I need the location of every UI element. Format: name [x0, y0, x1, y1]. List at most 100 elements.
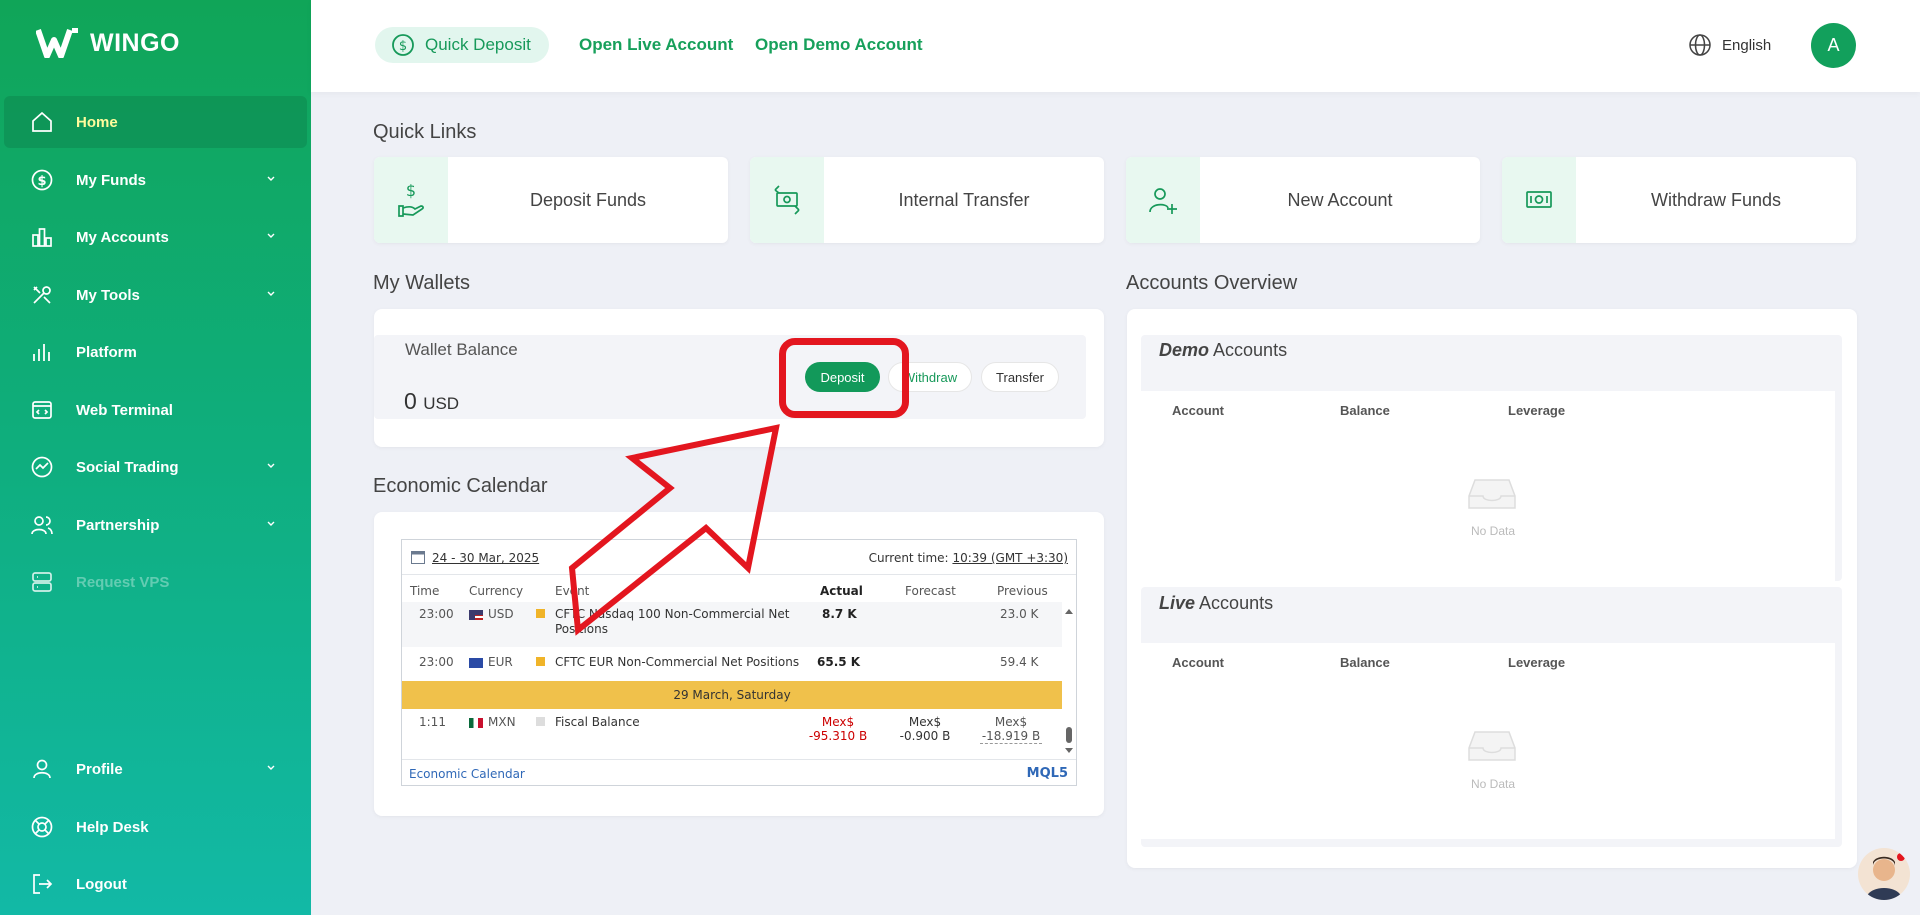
sidebar-item-label: My Accounts — [76, 228, 169, 246]
wallet-balance-amount: 0 USD — [404, 388, 459, 415]
globe-icon — [1689, 34, 1711, 56]
sidebar-item-profile[interactable]: Profile — [4, 743, 307, 795]
sidebar-item-my-tools[interactable]: My Tools — [4, 269, 307, 321]
col-forecast: Forecast — [905, 584, 956, 598]
add-user-icon — [1126, 157, 1200, 243]
sidebar-item-platform[interactable]: Platform — [4, 326, 307, 378]
quick-deposit-label: Quick Deposit — [425, 35, 531, 54]
sidebar-item-help-desk[interactable]: Help Desk — [4, 801, 307, 853]
chevron-down-icon — [267, 765, 275, 770]
accounts-overview-title: Accounts Overview — [1126, 272, 1298, 294]
dollar-circle-icon: $ — [30, 168, 54, 192]
quick-deposit-button[interactable]: $ Quick Deposit — [375, 27, 549, 63]
calendar-scrollbar[interactable] — [1064, 606, 1074, 756]
row-time: 1:11 — [419, 715, 446, 729]
row-event[interactable]: CFTC EUR Non-Commercial Net Positions — [555, 655, 799, 669]
current-time-value[interactable]: 10:39 (GMT +3:30) — [952, 551, 1068, 565]
col-account: Account — [1172, 403, 1224, 418]
economic-calendar-title: Economic Calendar — [373, 475, 548, 497]
brand-name: WINGO — [90, 28, 180, 57]
wingo-logo-icon — [36, 28, 78, 58]
sidebar-item-label: My Funds — [76, 171, 146, 189]
quick-link-label: Withdraw Funds — [1650, 189, 1782, 210]
forecast-value: -0.900 B — [899, 729, 951, 743]
trend-icon — [30, 455, 54, 479]
sidebar-item-label: Web Terminal — [76, 401, 173, 419]
quick-link-new-account[interactable]: New Account — [1126, 157, 1480, 243]
calendar-date-range[interactable]: 24 - 30 Mar, 2025 — [432, 551, 539, 565]
row-actual: Mex$ -95.310 B — [808, 715, 868, 743]
col-account: Account — [1172, 655, 1224, 670]
row-currency: USD — [469, 607, 514, 621]
wallet-balance-currency: USD — [423, 394, 460, 413]
col-leverage: Leverage — [1508, 403, 1566, 418]
col-currency: Currency — [469, 584, 524, 598]
terminal-icon — [30, 398, 54, 422]
tools-icon — [30, 283, 54, 307]
chevron-down-icon — [267, 463, 275, 468]
mql5-logo[interactable]: MQL5 — [1027, 766, 1068, 781]
demo-no-data: No Data — [1470, 524, 1516, 538]
chevron-down-icon — [267, 233, 275, 238]
col-leverage: Leverage — [1508, 655, 1566, 670]
users-icon — [30, 513, 54, 537]
previous-unit: Mex$ — [994, 715, 1028, 729]
deposit-hand-icon: $ — [374, 157, 448, 243]
col-balance: Balance — [1340, 655, 1390, 670]
calendar-row[interactable]: 1:11 MXN Fiscal Balance Mex$ -95.310 B Me… — [402, 709, 1062, 759]
wallet-balance-value: 0 — [404, 388, 417, 414]
sidebar-item-label: Profile — [76, 760, 123, 778]
quick-link-internal-transfer[interactable]: Internal Transfer — [750, 157, 1104, 243]
chevron-down-icon — [267, 176, 275, 181]
chevron-down-icon — [267, 291, 275, 296]
quick-link-label: New Account — [1287, 189, 1393, 210]
eu-flag-icon — [469, 657, 483, 668]
quick-link-label: Deposit Funds — [529, 189, 647, 210]
importance-low-icon — [536, 717, 545, 726]
calendar-icon[interactable] — [411, 550, 425, 564]
annotation-highlight-box — [779, 338, 909, 418]
language-selector[interactable]: English — [1688, 33, 1771, 57]
open-demo-account-link[interactable]: Open Demo Account — [755, 35, 923, 55]
user-avatar[interactable]: A — [1811, 23, 1856, 68]
brand-logo[interactable]: WINGO — [36, 28, 180, 58]
language-label: English — [1722, 36, 1772, 54]
mx-flag-icon — [469, 717, 483, 728]
bar-chart-icon — [30, 225, 54, 249]
support-chat-button[interactable] — [1858, 848, 1910, 900]
sidebar-item-partnership[interactable]: Partnership — [4, 499, 307, 551]
calendar-footer: Economic Calendar MQL5 — [402, 759, 1076, 787]
calendar-row[interactable]: 23:00 EUR CFTC EUR Non-Commercial Net Po… — [402, 647, 1062, 681]
accounts-suffix: Accounts — [1213, 340, 1288, 360]
quick-link-withdraw-funds[interactable]: Withdraw Funds — [1502, 157, 1856, 243]
svg-text:$: $ — [399, 39, 407, 54]
svg-text:$: $ — [37, 174, 46, 189]
sidebar-item-my-accounts[interactable]: My Accounts — [4, 211, 307, 263]
transfer-button[interactable]: Transfer — [981, 362, 1059, 392]
wallet-balance-label: Wallet Balance — [405, 340, 518, 359]
quick-link-deposit-funds[interactable]: $ Deposit Funds — [374, 157, 728, 243]
actual-value: -95.310 B — [808, 729, 868, 743]
importance-medium-icon — [536, 609, 545, 618]
cash-icon — [1502, 157, 1576, 243]
sidebar-item-logout[interactable]: Logout — [4, 858, 307, 910]
row-actual: 8.7 K — [822, 607, 857, 621]
demo-accounts-title: Demo Accounts — [1159, 340, 1287, 361]
row-currency: MXN — [469, 715, 516, 729]
svg-text:$: $ — [406, 182, 416, 200]
col-balance: Balance — [1340, 403, 1390, 418]
live-accounts-title: Live Accounts — [1159, 593, 1273, 614]
sidebar-item-my-funds[interactable]: $ My Funds — [4, 154, 307, 206]
demo-accounts-panel — [1141, 335, 1842, 581]
row-event[interactable]: Fiscal Balance — [555, 715, 640, 729]
server-icon — [30, 570, 54, 594]
sidebar-item-web-terminal[interactable]: Web Terminal — [4, 384, 307, 436]
economic-calendar-link[interactable]: Economic Calendar — [409, 767, 525, 781]
sidebar-item-label: Social Trading — [76, 458, 179, 476]
current-time: Current time: 10:39 (GMT +3:30) — [869, 551, 1068, 565]
calendar-date-separator: 29 March, Saturday — [402, 681, 1062, 709]
top-header: $ Quick Deposit Open Live Account Open D… — [311, 0, 1920, 92]
sidebar-item-social-trading[interactable]: Social Trading — [4, 441, 307, 493]
sidebar-item-home[interactable]: Home — [4, 96, 307, 148]
open-live-account-link[interactable]: Open Live Account — [579, 35, 733, 55]
